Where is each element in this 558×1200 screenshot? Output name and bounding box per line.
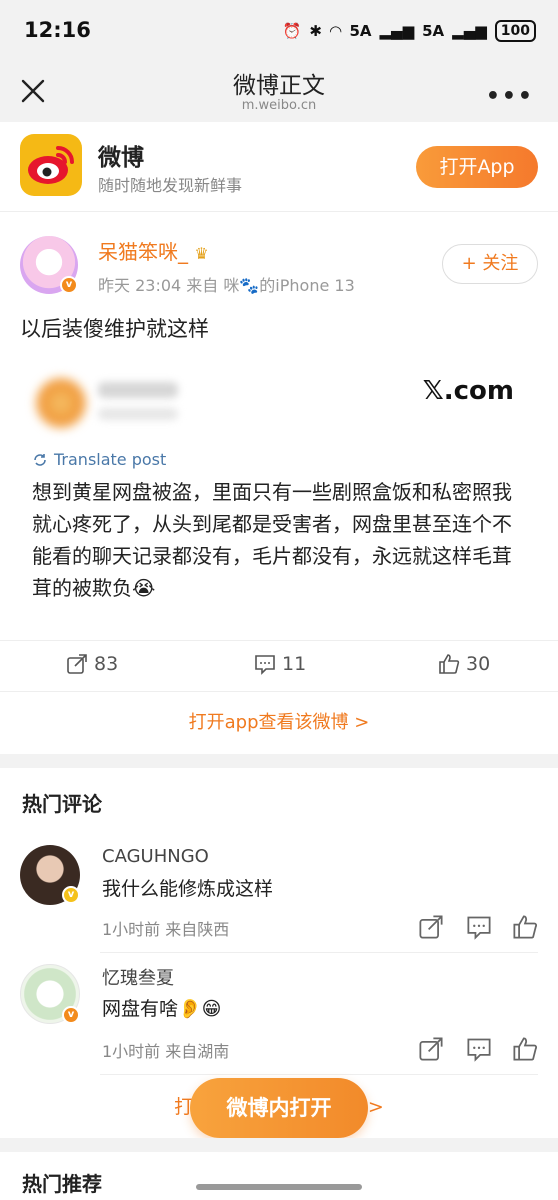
comment-divider bbox=[100, 1074, 538, 1075]
comment-author[interactable]: 忆瑰叁夏 bbox=[102, 964, 174, 990]
weibo-logo-icon bbox=[20, 134, 82, 196]
comment-meta: 1小时前 来自湖南 bbox=[102, 1042, 230, 1061]
nav-bar: 微博正文 m.weibo.cn ••• bbox=[0, 64, 558, 122]
comment-button[interactable]: 11 bbox=[254, 653, 306, 675]
verified-badge-icon: v bbox=[62, 1006, 80, 1024]
banner-app-name: 微博 bbox=[98, 145, 144, 171]
signal-2-label: 5A bbox=[422, 22, 445, 40]
status-time: 12:16 bbox=[24, 18, 91, 42]
status-icons: ⏰ ✱ ◠ 5A ▂▄▆ 5A ▂▄▆ 100 bbox=[283, 20, 536, 42]
translate-icon bbox=[34, 453, 46, 466]
hot-comments-title: 热门评论 bbox=[22, 792, 102, 816]
open-app-button[interactable]: 打开App bbox=[416, 146, 538, 188]
verified-badge-icon: v bbox=[60, 276, 78, 294]
comment-text: 网盘有啥👂😁 bbox=[102, 998, 222, 1020]
verified-badge-icon: v bbox=[62, 886, 80, 904]
comment-divider bbox=[100, 952, 538, 953]
comment-icon[interactable] bbox=[466, 914, 492, 940]
repost-icon[interactable] bbox=[418, 914, 444, 940]
x-com-logo: 𝕏.com bbox=[422, 376, 514, 406]
post-meta: 昨天 23:04 来自 咪🐾的iPhone 13 bbox=[98, 276, 355, 295]
signal-1-icon: ▂▄▆ bbox=[379, 22, 415, 40]
bluetooth-icon: ✱ bbox=[309, 22, 322, 40]
post-text: 以后装傻维护就这样 bbox=[20, 317, 209, 341]
post-author[interactable]: 呆猫笨咪_ ♛ bbox=[98, 236, 209, 265]
follow-button[interactable]: + 关注 bbox=[442, 244, 538, 284]
wifi-icon: ◠ bbox=[329, 22, 342, 40]
like-icon bbox=[439, 654, 460, 674]
like-icon[interactable] bbox=[512, 1036, 538, 1062]
signal-2-icon: ▂▄▆ bbox=[452, 22, 487, 40]
open-in-app-link[interactable]: 打开app查看该微博 > bbox=[0, 708, 558, 734]
page-domain: m.weibo.cn bbox=[241, 98, 317, 113]
embed-handle-blurred bbox=[98, 408, 178, 420]
repost-icon[interactable] bbox=[418, 1036, 444, 1062]
comment-icon[interactable] bbox=[466, 1036, 492, 1062]
post-action-bar: 83 11 30 bbox=[0, 640, 558, 692]
comment-author[interactable]: CAGUHNGO bbox=[102, 846, 209, 867]
embed-name-blurred bbox=[98, 382, 178, 398]
comment-meta: 1小时前 来自陕西 bbox=[102, 920, 230, 939]
section-divider bbox=[0, 1138, 558, 1152]
like-button[interactable]: 30 bbox=[438, 653, 490, 675]
repost-icon bbox=[67, 654, 87, 674]
alarm-icon: ⏰ bbox=[282, 22, 302, 40]
signal-1-label: 5A bbox=[349, 22, 372, 40]
app-banner: 微博 随时随地发现新鲜事 打开App bbox=[0, 122, 558, 212]
section-divider bbox=[0, 754, 558, 768]
like-count: 30 bbox=[466, 653, 491, 675]
repost-button[interactable]: 83 bbox=[66, 653, 118, 675]
open-in-weibo-button[interactable]: 微博内打开 bbox=[190, 1078, 368, 1138]
status-bar: 12:16 ⏰ ✱ ◠ 5A ▂▄▆ 5A ▂▄▆ 100 bbox=[0, 0, 558, 64]
page-title: 微博正文 bbox=[233, 73, 325, 99]
home-indicator[interactable] bbox=[196, 1184, 362, 1190]
repost-count: 83 bbox=[94, 653, 119, 675]
comment-icon bbox=[255, 655, 275, 675]
translate-post-link[interactable]: Translate post bbox=[32, 450, 166, 469]
embed-avatar-blurred bbox=[36, 378, 86, 428]
more-icon[interactable]: ••• bbox=[486, 84, 534, 109]
embed-text: 想到黄星网盘被盗，里面只有一些剧照盒饭和私密照我就心疼死了，从头到尾都是受害者，… bbox=[32, 480, 512, 600]
banner-slogan: 随时随地发现新鲜事 bbox=[98, 176, 243, 195]
crown-icon: ♛ bbox=[194, 244, 209, 263]
like-icon[interactable] bbox=[512, 914, 538, 940]
battery-icon: 100 bbox=[494, 20, 536, 42]
comment-text: 我什么能修炼成这样 bbox=[102, 878, 274, 900]
recommend-title: 热门推荐 bbox=[22, 1172, 102, 1196]
comment-count: 11 bbox=[282, 653, 307, 675]
